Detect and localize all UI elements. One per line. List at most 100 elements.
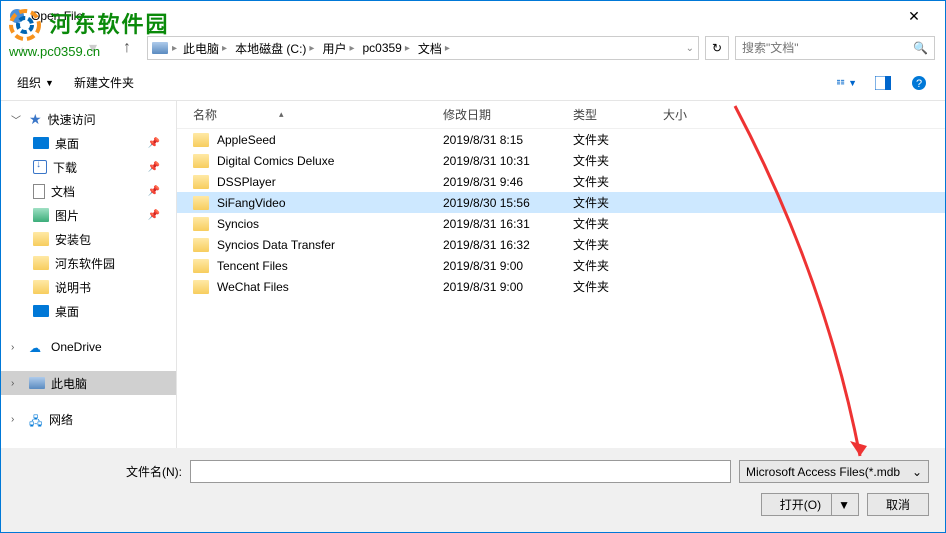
desktop-icon	[33, 305, 49, 317]
recent-dropdown[interactable]: ▾	[79, 34, 107, 62]
sidebar-quick-access[interactable]: ﹀★快速访问	[1, 107, 176, 131]
file-name: AppleSeed	[217, 133, 276, 147]
file-date: 2019/8/31 16:32	[443, 238, 573, 252]
address-bar: ← → ▾ ↑ ▸ 此电脑▸ 本地磁盘 (C:)▸ 用户▸ pc0359▸ 文档…	[1, 31, 945, 65]
file-name: Tencent Files	[217, 259, 288, 273]
file-name: Digital Comics Deluxe	[217, 154, 334, 168]
file-date: 2019/8/31 9:00	[443, 259, 573, 273]
search-input[interactable]	[742, 41, 907, 55]
file-type: 文件夹	[573, 152, 663, 169]
sidebar-item-desktop[interactable]: 桌面📌	[1, 131, 176, 155]
bottom-panel: 文件名(N): Microsoft Access Files(*.mdb⌄ 打开…	[1, 448, 945, 532]
window-title: Open File...	[31, 9, 891, 23]
file-date: 2019/8/31 10:31	[443, 154, 573, 168]
pc-icon	[152, 42, 168, 54]
pc-icon	[29, 377, 45, 389]
file-date: 2019/8/31 16:31	[443, 217, 573, 231]
sidebar-item-folder[interactable]: 安装包	[1, 227, 176, 251]
organize-menu[interactable]: 组织 ▼	[17, 74, 54, 91]
file-type: 文件夹	[573, 194, 663, 211]
file-row[interactable]: DSSPlayer 2019/8/31 9:46文件夹	[177, 171, 945, 192]
sidebar-item-downloads[interactable]: 下载📌	[1, 155, 176, 179]
search-box[interactable]: 🔍	[735, 36, 935, 60]
folder-icon	[193, 175, 209, 189]
document-icon	[33, 184, 45, 199]
star-icon: ★	[29, 111, 42, 128]
sidebar-item-folder[interactable]: 说明书	[1, 275, 176, 299]
file-type: 文件夹	[573, 215, 663, 232]
folder-icon	[33, 256, 49, 270]
svg-text:?: ?	[916, 78, 922, 90]
close-button[interactable]: ✕	[891, 1, 937, 31]
chevron-down-icon[interactable]: ⌄	[686, 43, 694, 54]
file-name: DSSPlayer	[217, 175, 276, 189]
column-header-type[interactable]: 类型	[573, 106, 663, 123]
chevron-down-icon: ⌄	[912, 465, 922, 479]
cancel-button[interactable]: 取消	[867, 493, 929, 516]
pin-icon: 📌	[148, 186, 160, 197]
folder-icon	[33, 232, 49, 246]
preview-pane-button[interactable]	[873, 73, 893, 93]
newfolder-button[interactable]: 新建文件夹	[74, 74, 134, 91]
file-type: 文件夹	[573, 173, 663, 190]
file-date: 2019/8/31 9:00	[443, 280, 573, 294]
pin-icon: 📌	[148, 138, 160, 149]
file-row[interactable]: AppleSeed 2019/8/31 8:15文件夹	[177, 129, 945, 150]
file-name: Syncios	[217, 217, 259, 231]
file-row[interactable]: SiFangVideo2019/8/30 15:56文件夹	[177, 192, 945, 213]
file-name: WeChat Files	[217, 280, 289, 294]
sidebar-onedrive[interactable]: ›☁OneDrive	[1, 335, 176, 359]
file-row[interactable]: Tencent Files2019/8/31 9:00文件夹	[177, 255, 945, 276]
file-rows: AppleSeed2019/8/31 8:15文件夹Digital Comics…	[177, 129, 945, 459]
file-type: 文件夹	[573, 131, 663, 148]
up-button[interactable]: ↑	[113, 34, 141, 62]
file-type: 文件夹	[573, 236, 663, 253]
picture-icon	[33, 208, 49, 222]
sidebar-item-folder[interactable]: 河东软件园	[1, 251, 176, 275]
network-icon: 🖧	[29, 412, 43, 426]
search-icon[interactable]: 🔍	[913, 41, 928, 55]
back-button[interactable]: ←	[11, 34, 39, 62]
folder-icon	[193, 133, 209, 147]
filename-label: 文件名(N):	[17, 463, 182, 480]
file-row[interactable]: Syncios 2019/8/31 16:31文件夹	[177, 213, 945, 234]
sidebar-network[interactable]: ›🖧网络	[1, 407, 176, 431]
main-area: ﹀★快速访问 桌面📌 下载📌 文档📌 图片📌 安装包 河东软件园 说明书 桌面 …	[1, 101, 945, 459]
file-row[interactable]: WeChat Files2019/8/31 9:00文件夹	[177, 276, 945, 297]
desktop-icon	[33, 137, 49, 149]
sidebar-item-documents[interactable]: 文档📌	[1, 179, 176, 203]
filename-input[interactable]	[190, 460, 731, 483]
folder-icon	[193, 259, 209, 273]
breadcrumb-item[interactable]: 此电脑▸	[181, 40, 229, 57]
breadcrumb-bar[interactable]: ▸ 此电脑▸ 本地磁盘 (C:)▸ 用户▸ pc0359▸ 文档▸ ⌄	[147, 36, 699, 60]
column-headers: 名称▴ 修改日期 类型 大小	[177, 101, 945, 129]
file-date: 2019/8/31 8:15	[443, 133, 573, 147]
help-button[interactable]: ?	[909, 73, 929, 93]
open-dropdown-arrow[interactable]: ▼	[831, 494, 856, 515]
breadcrumb-item[interactable]: 文档▸	[416, 40, 452, 57]
file-row[interactable]: Digital Comics Deluxe 2019/8/31 10:31文件夹	[177, 150, 945, 171]
open-button[interactable]: 打开(O)▼	[761, 493, 859, 516]
view-menu[interactable]: ▼	[837, 73, 857, 93]
breadcrumb-item[interactable]: 用户▸	[320, 40, 356, 57]
sidebar-this-pc[interactable]: ›此电脑	[1, 371, 176, 395]
forward-button[interactable]: →	[45, 34, 73, 62]
navigation-sidebar: ﹀★快速访问 桌面📌 下载📌 文档📌 图片📌 安装包 河东软件园 说明书 桌面 …	[1, 101, 176, 459]
column-header-name[interactable]: 名称▴	[193, 106, 443, 123]
title-bar: Open File... ✕	[1, 1, 945, 31]
refresh-button[interactable]: ↻	[705, 36, 729, 60]
app-icon	[9, 8, 25, 24]
file-date: 2019/8/31 9:46	[443, 175, 573, 189]
column-header-size[interactable]: 大小	[663, 106, 743, 123]
file-name: SiFangVideo	[217, 196, 286, 210]
breadcrumb-item[interactable]: 本地磁盘 (C:)▸	[233, 40, 316, 57]
filetype-dropdown[interactable]: Microsoft Access Files(*.mdb⌄	[739, 460, 929, 483]
file-row[interactable]: Syncios Data Transfer2019/8/31 16:32文件夹	[177, 234, 945, 255]
column-header-date[interactable]: 修改日期	[443, 106, 573, 123]
sidebar-item-pictures[interactable]: 图片📌	[1, 203, 176, 227]
breadcrumb-item[interactable]: pc0359▸	[360, 41, 411, 55]
sort-indicator-icon: ▴	[279, 109, 284, 120]
sidebar-item-desktop2[interactable]: 桌面	[1, 299, 176, 323]
file-list-pane: 名称▴ 修改日期 类型 大小 AppleSeed2019/8/31 8:15文件…	[176, 101, 945, 459]
folder-icon	[193, 196, 209, 210]
